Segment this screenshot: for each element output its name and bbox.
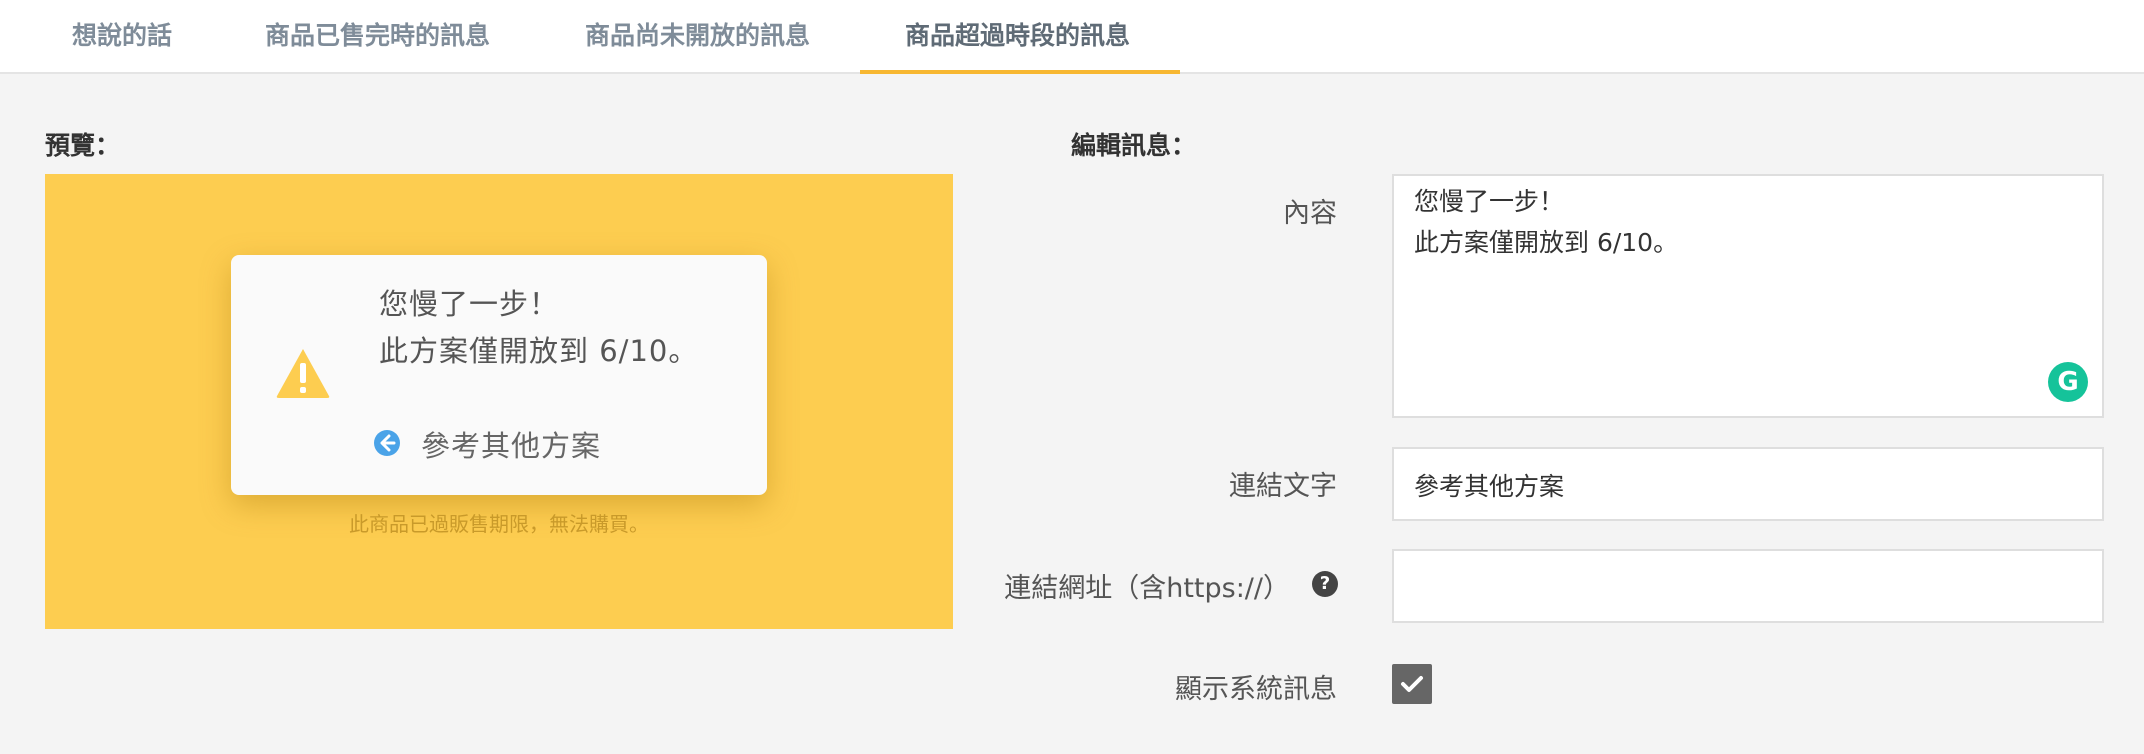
tab-message[interactable]: 想說的話 — [72, 0, 172, 72]
active-tab-indicator — [860, 70, 1180, 74]
dialog-link[interactable]: 參考其他方案 — [421, 423, 601, 465]
tab-expired[interactable]: 商品超過時段的訊息 — [905, 0, 1130, 72]
dialog-line-2: 此方案僅開放到 6/10。 — [379, 334, 699, 368]
tab-sold-out[interactable]: 商品已售完時的訊息 — [265, 0, 490, 72]
preview-panel: 您慢了一步！ 此方案僅開放到 6/10。 參考其他方案 此商品已過販售期限，無法… — [45, 174, 953, 629]
link-text-input[interactable]: 參考其他方案 — [1392, 447, 2104, 521]
editor-label: 編輯訊息： — [1071, 131, 1197, 160]
tab-not-open[interactable]: 商品尚未開放的訊息 — [585, 0, 810, 72]
system-message: 此商品已過販售期限，無法購買。 — [349, 512, 649, 536]
arrow-left-circle-icon — [374, 430, 400, 456]
grammarly-icon[interactable]: G — [2048, 362, 2088, 402]
link-url-input[interactable] — [1392, 549, 2104, 623]
preview-dialog: 您慢了一步！ 此方案僅開放到 6/10。 參考其他方案 — [231, 255, 767, 495]
show-system-label: 顯示系統訊息 — [1175, 674, 1337, 705]
tab-bar: 想說的話 商品已售完時的訊息 商品尚未開放的訊息 商品超過時段的訊息 — [0, 0, 2144, 74]
show-system-checkbox[interactable] — [1392, 664, 1432, 704]
link-text-value: 參考其他方案 — [1414, 472, 1565, 501]
warning-icon — [276, 349, 330, 398]
link-url-label: 連結網址（含https://） — [1004, 573, 1290, 604]
content-line-1: 您慢了一步！ — [1414, 187, 1565, 216]
content-label: 內容 — [1283, 198, 1337, 229]
link-text-label: 連結文字 — [1229, 471, 1337, 502]
content-textarea[interactable]: 您慢了一步！ 此方案僅開放到 6/10。 G — [1392, 174, 2104, 418]
content-line-2: 此方案僅開放到 6/10。 — [1414, 228, 1679, 257]
preview-label: 預覽： — [45, 131, 121, 160]
question-circle-icon[interactable]: ? — [1312, 571, 1338, 597]
dialog-line-1: 您慢了一步！ — [379, 287, 560, 321]
check-icon — [1401, 676, 1423, 692]
